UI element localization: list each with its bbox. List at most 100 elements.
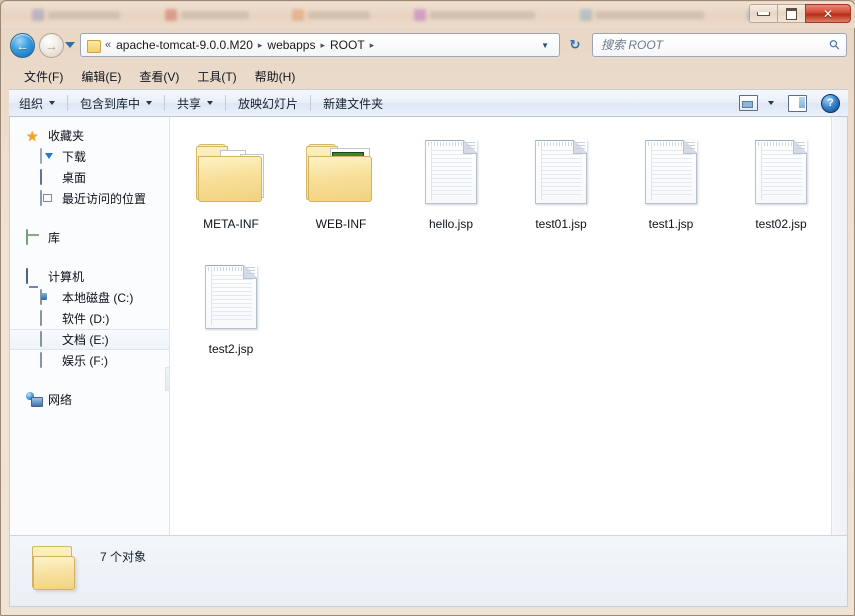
toolbar-right-group: ? xyxy=(739,93,848,113)
file-item[interactable]: test2.jsp xyxy=(176,250,286,375)
help-icon[interactable]: ? xyxy=(821,93,840,113)
maximize-icon xyxy=(786,7,797,20)
nav-group-favorites: ★ 收藏夹 下载 桌面 最近访问的位置 xyxy=(10,125,169,209)
back-button[interactable]: ← xyxy=(10,33,35,58)
desktop-icon xyxy=(40,168,42,185)
sidebar-item-favorites[interactable]: ★ 收藏夹 xyxy=(10,125,169,146)
close-button[interactable]: ✕ xyxy=(805,4,851,23)
toolbar-separator xyxy=(310,95,312,111)
breadcrumb-overflow[interactable]: « xyxy=(105,39,111,51)
window-controls: ✕ xyxy=(749,4,851,23)
toolbar-share[interactable]: 共享 xyxy=(167,92,223,115)
sidebar-item-drive-d[interactable]: 软件 (D:) xyxy=(10,308,169,329)
sidebar-item-network[interactable]: 网络 xyxy=(10,389,169,410)
drive-icon xyxy=(40,309,42,326)
toolbar-new-folder[interactable]: 新建文件夹 xyxy=(313,92,393,115)
file-item[interactable]: test01.jsp xyxy=(506,125,616,250)
file-name: hello.jsp xyxy=(428,217,474,231)
computer-icon xyxy=(26,267,28,284)
file-list-pane[interactable]: META-INF XML </> WEB-INF xyxy=(170,117,847,535)
toolbar-separator xyxy=(225,95,227,111)
menu-help[interactable]: 帮助(H) xyxy=(246,66,305,87)
file-icon-wrap xyxy=(195,129,267,215)
file-item[interactable]: META-INF xyxy=(176,125,286,250)
sidebar-item-label: 软件 (D:) xyxy=(62,312,110,326)
breadcrumb-item-2[interactable]: ROOT xyxy=(328,37,367,53)
file-icon-wrap xyxy=(525,129,597,215)
toolbar-separator xyxy=(67,95,69,111)
sidebar-item-desktop[interactable]: 桌面 xyxy=(10,167,169,188)
chevron-down-icon xyxy=(49,101,56,105)
file-name: META-INF xyxy=(203,217,259,231)
file-name: test2.jsp xyxy=(208,342,254,356)
navigation-pane: ★ 收藏夹 下载 桌面 最近访问的位置 库 计算机 本地磁盘 (C:) 软件 (… xyxy=(10,117,170,535)
sidebar-item-label: 库 xyxy=(48,231,61,245)
search-input[interactable] xyxy=(599,37,831,53)
folder-icon xyxy=(32,544,75,590)
sidebar-item-downloads[interactable]: 下载 xyxy=(10,146,169,167)
file-name: WEB-INF xyxy=(315,217,367,231)
jsp-file-icon xyxy=(535,140,587,204)
file-name: test01.jsp xyxy=(535,217,587,231)
toolbar-organize[interactable]: 组织 xyxy=(9,92,65,115)
menu-file[interactable]: 文件(F) xyxy=(15,66,72,87)
nav-group-libraries: 库 xyxy=(10,227,169,248)
breadcrumb-separator[interactable]: ▸ xyxy=(320,40,325,51)
view-mode-icon[interactable] xyxy=(739,95,758,111)
sidebar-item-drive-e[interactable]: 文档 (E:) xyxy=(10,329,169,350)
sidebar-item-drive-c[interactable]: 本地磁盘 (C:) xyxy=(10,287,169,308)
address-bar[interactable]: « apache-tomcat-9.0.0.M20 ▸ webapps ▸ RO… xyxy=(80,33,560,57)
maximize-button[interactable] xyxy=(777,4,805,23)
sidebar-item-label: 下载 xyxy=(62,150,87,164)
file-item[interactable]: hello.jsp xyxy=(396,125,506,250)
menu-view[interactable]: 查看(V) xyxy=(130,66,188,87)
sidebar-item-label: 最近访问的位置 xyxy=(62,192,147,206)
sidebar-item-computer[interactable]: 计算机 xyxy=(10,266,169,287)
nav-group-network: 网络 xyxy=(10,389,169,410)
sidebar-item-libraries[interactable]: 库 xyxy=(10,227,169,248)
file-icon-wrap xyxy=(195,254,267,340)
desktop-ghost-item xyxy=(165,9,280,21)
sidebar-item-drive-f[interactable]: 娱乐 (F:) xyxy=(10,350,169,371)
breadcrumb-item-0[interactable]: apache-tomcat-9.0.0.M20 xyxy=(114,37,255,53)
drive-icon xyxy=(40,351,42,368)
file-item[interactable]: test1.jsp xyxy=(616,125,726,250)
status-bar: 7 个对象 xyxy=(9,535,848,607)
chevron-down-icon[interactable] xyxy=(768,101,774,105)
breadcrumb-item-1[interactable]: webapps xyxy=(265,37,317,53)
star-icon: ★ xyxy=(26,127,39,144)
address-folder-icon xyxy=(87,39,101,53)
downloads-icon xyxy=(40,147,42,164)
toolbar-slideshow[interactable]: 放映幻灯片 xyxy=(228,92,308,115)
toolbar-include-in-library[interactable]: 包含到库中 xyxy=(70,92,162,115)
preview-pane-icon[interactable] xyxy=(788,94,807,112)
menu-tools[interactable]: 工具(T) xyxy=(188,66,245,87)
breadcrumb-separator[interactable]: ▸ xyxy=(258,40,263,51)
forward-button[interactable]: → xyxy=(39,33,64,58)
file-item[interactable]: XML </> WEB-INF xyxy=(286,125,396,250)
sidebar-item-label: 娱乐 (F:) xyxy=(62,354,108,368)
search-box[interactable]: ⚲ xyxy=(592,33,847,57)
command-toolbar: 组织 包含到库中 共享 放映幻灯片 新建文件夹 ? xyxy=(9,89,848,117)
jsp-file-icon xyxy=(755,140,807,204)
breadcrumb-separator[interactable]: ▸ xyxy=(370,40,375,51)
refresh-button[interactable]: ↻ xyxy=(565,36,585,54)
title-bar: ✕ xyxy=(2,2,855,28)
toolbar-include-in-library-label: 包含到库中 xyxy=(80,96,141,111)
sidebar-item-recent-places[interactable]: 最近访问的位置 xyxy=(10,188,169,209)
file-name: test1.jsp xyxy=(648,217,694,231)
vertical-scrollbar[interactable] xyxy=(831,117,847,535)
menu-edit[interactable]: 编辑(E) xyxy=(72,66,130,87)
sidebar-item-label: 计算机 xyxy=(48,270,85,284)
jsp-file-icon xyxy=(645,140,697,204)
address-dropdown-icon[interactable]: ▼ xyxy=(535,41,555,50)
minimize-button[interactable] xyxy=(749,4,777,23)
sidebar-item-label: 网络 xyxy=(48,393,73,407)
history-dropdown-icon[interactable] xyxy=(65,42,75,48)
nav-group-computer: 计算机 本地磁盘 (C:) 软件 (D:) 文档 (E:) 娱乐 (F:) xyxy=(10,266,169,371)
recent-places-icon xyxy=(40,189,42,206)
sidebar-item-label: 本地磁盘 (C:) xyxy=(62,291,134,305)
forward-arrow-icon: → xyxy=(45,38,58,53)
desktop-ghost-item xyxy=(32,9,152,21)
file-item[interactable]: test02.jsp xyxy=(726,125,836,250)
